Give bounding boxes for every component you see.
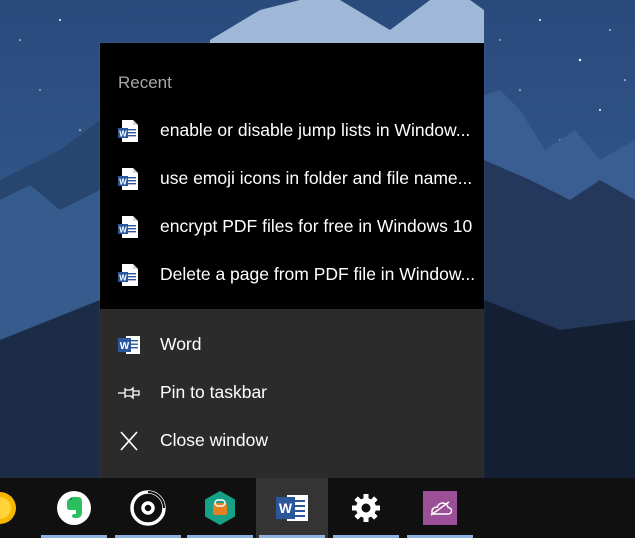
groove-music-icon [130, 490, 166, 526]
pin-icon [117, 381, 140, 405]
word-icon: W [117, 333, 140, 357]
svg-text:W: W [119, 226, 127, 235]
recent-section: Recent W enable or disable jump lists in… [100, 43, 484, 309]
pin-label: Pin to taskbar [160, 382, 267, 402]
close-window-label: Close window [160, 430, 268, 450]
taskbar-app-onenote[interactable] [404, 478, 476, 538]
word-label: Word [160, 334, 202, 354]
close-window-button[interactable]: Close window [100, 417, 484, 465]
jump-list-menu: Recent W enable or disable jump lists in… [100, 43, 484, 478]
taskbar-app-evernote[interactable] [38, 478, 110, 538]
gear-icon [352, 494, 380, 522]
cloud-icon [423, 491, 457, 525]
recent-item-1[interactable]: W enable or disable jump lists in Window… [100, 107, 484, 155]
recent-header: Recent [118, 73, 172, 92]
taskbar-app-green-hexagon[interactable] [184, 478, 256, 538]
evernote-icon [57, 491, 91, 525]
recent-item-label: enable or disable jump lists in Window..… [160, 120, 471, 140]
svg-text:W: W [279, 500, 293, 516]
pin-to-taskbar-button[interactable]: Pin to taskbar [100, 369, 484, 417]
svg-text:W: W [119, 274, 127, 283]
svg-text:W: W [119, 130, 127, 139]
svg-text:W: W [119, 178, 127, 187]
actions-section: W Word Pin to taskbar Close window [100, 309, 484, 478]
yellow-circle-icon [0, 492, 16, 524]
recent-item-label: Delete a page from PDF file in Window... [160, 264, 476, 284]
word-document-icon: W [117, 119, 139, 143]
recent-item-2[interactable]: W use emoji icons in folder and file nam… [100, 155, 484, 203]
svg-text:W: W [120, 341, 130, 352]
green-hexagon-icon [205, 491, 235, 525]
taskbar-app-groove[interactable] [112, 478, 184, 538]
word-document-icon: W [117, 215, 139, 239]
taskbar-app-partial[interactable] [0, 478, 36, 538]
recent-item-label: encrypt PDF files for free in Windows 10 [160, 216, 473, 236]
taskbar: W [0, 478, 635, 538]
recent-item-4[interactable]: W Delete a page from PDF file in Window.… [100, 251, 484, 299]
word-document-icon: W [117, 263, 139, 287]
open-word-button[interactable]: W Word [100, 321, 484, 369]
close-icon [117, 429, 139, 453]
word-icon: W [276, 495, 308, 521]
recent-item-3[interactable]: W encrypt PDF files for free in Windows … [100, 203, 484, 251]
recent-item-label: use emoji icons in folder and file name.… [160, 168, 473, 188]
word-document-icon: W [117, 167, 139, 191]
taskbar-app-settings[interactable] [330, 478, 402, 538]
taskbar-app-word[interactable]: W [256, 478, 328, 538]
